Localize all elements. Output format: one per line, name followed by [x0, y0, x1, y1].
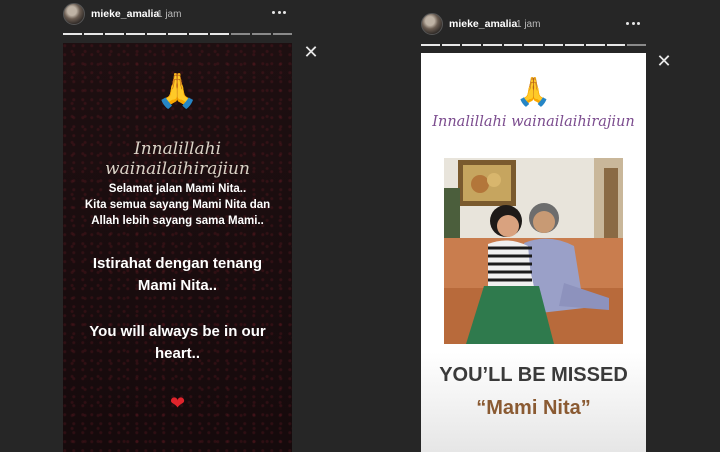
script-title: Innalillahi wainailaihirajiun	[432, 114, 635, 130]
avatar[interactable]	[63, 3, 85, 25]
message-block: Selamat jalan Mami Nita.. Kita semua say…	[63, 181, 292, 229]
close-icon[interactable]: ✕	[655, 52, 673, 70]
rest-line: Mami Nita..	[137, 277, 218, 294]
progress-segment	[210, 33, 229, 35]
progress-segment	[189, 33, 208, 35]
message-line: Allah lebih sayang sama Mami..	[91, 215, 264, 227]
timestamp: 1 jam	[516, 18, 541, 30]
username[interactable]: mieke_amalia	[449, 18, 517, 30]
story-progress-bar	[421, 44, 647, 46]
progress-segment	[503, 44, 523, 46]
more-horizontal-icon[interactable]	[624, 13, 642, 29]
story-header: mieke_amalia 1 jam	[0, 0, 360, 32]
progress-segment	[105, 33, 124, 35]
story-progress-bar	[63, 33, 292, 35]
name-caption: “Mami Nita”	[476, 397, 591, 419]
progress-segment	[441, 44, 461, 46]
memorial-photo	[444, 158, 623, 344]
rest-message: Istirahat dengan tenang Mami Nita..	[63, 253, 292, 297]
close-icon[interactable]: ✕	[302, 43, 320, 61]
folded-hands-emoji: 🙏	[516, 76, 551, 107]
message-line: Kita semua sayang Mami Nita dan	[84, 199, 271, 211]
heart-line: You will always be in our	[89, 323, 266, 340]
progress-segment	[231, 33, 250, 35]
message-line: Selamat jalan Mami Nita..	[108, 183, 247, 195]
progress-segment	[627, 44, 647, 46]
photo-illustration	[444, 158, 623, 344]
heart-line: heart..	[154, 345, 200, 362]
progress-segment	[252, 33, 271, 35]
more-horizontal-icon[interactable]	[270, 2, 288, 18]
progress-segment	[168, 33, 187, 35]
folded-hands-emoji: 🙏	[156, 72, 199, 110]
username[interactable]: mieke_amalia	[91, 8, 159, 20]
avatar[interactable]	[421, 13, 443, 35]
progress-segment	[462, 44, 481, 46]
missed-caption: YOU’LL BE MISSED	[439, 364, 628, 386]
progress-segment	[147, 33, 166, 35]
progress-segment	[63, 33, 82, 35]
progress-segment	[421, 44, 440, 46]
rest-line: Istirahat dengan tenang	[92, 255, 263, 272]
progress-segment	[273, 33, 292, 35]
timestamp: 1 jam	[157, 8, 182, 20]
story-header: mieke_amalia 1 jam	[360, 0, 720, 35]
progress-segment	[126, 33, 145, 35]
progress-segment	[524, 44, 543, 46]
progress-segment	[482, 44, 502, 46]
progress-segment	[544, 44, 564, 46]
story-content-left: 🙏 Innalillahi wainailaihirajiun Selamat …	[63, 43, 292, 452]
progress-segment	[606, 44, 626, 46]
progress-segment	[84, 33, 103, 35]
progress-segment	[565, 44, 585, 46]
heart-message: You will always be in our heart..	[63, 321, 292, 365]
progress-segment	[586, 44, 605, 46]
script-title: Innalillahi wainailaihirajiun	[105, 139, 250, 179]
red-heart-emoji: ❤	[169, 393, 186, 413]
